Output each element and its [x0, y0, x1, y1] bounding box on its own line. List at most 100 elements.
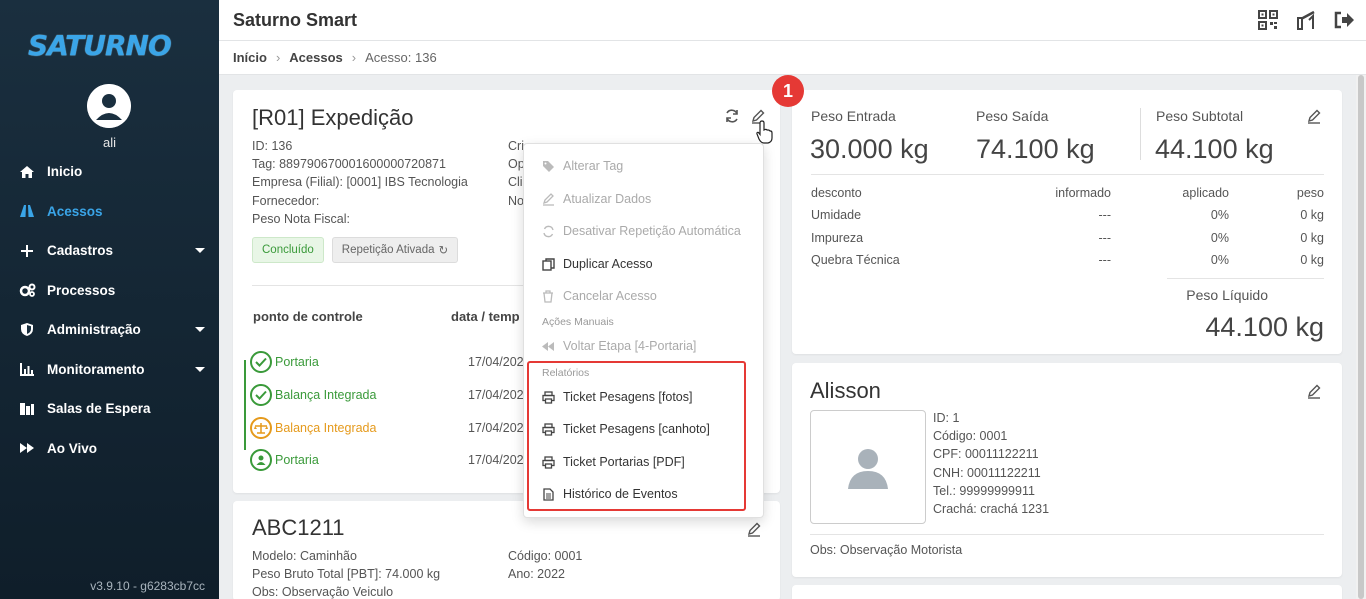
peso-liquido-value: 44.100 kg: [1205, 312, 1324, 342]
list-item[interactable]: Portaria 17/04/2025: [250, 444, 531, 477]
weights-card: Peso Entrada 30.000 kg Peso Saída 74.100…: [792, 90, 1342, 354]
menu-item-label: Atualizar Dados: [563, 192, 652, 206]
menu-item-duplicar-acesso[interactable]: Duplicar Acesso: [541, 254, 653, 274]
menu-item-label: Ticket Pesagens [fotos]: [563, 390, 693, 404]
menu-item-cancelar-acesso[interactable]: Cancelar Acesso: [541, 286, 657, 306]
sidebar-item-inicio[interactable]: Inicio: [0, 152, 219, 192]
menu-item-label: Ticket Portarias [PDF]: [563, 455, 685, 469]
breadcrumb-current: Acesso: 136: [365, 50, 437, 65]
road-icon: [18, 203, 36, 219]
page-title: Saturno Smart: [233, 10, 358, 30]
step-marker: 1: [772, 75, 804, 107]
sidebar-item-processos[interactable]: Processos: [0, 271, 219, 311]
qr-code-icon[interactable]: [1256, 8, 1280, 32]
driver-cnh: CNH: 00011122211: [933, 465, 1041, 480]
app-logo[interactable]: SATURNO: [28, 28, 192, 64]
menu-item-voltar-etapa[interactable]: Voltar Etapa [4-Portaria]: [541, 336, 696, 356]
list-item[interactable]: Balança Integrada 17/04/2025: [250, 379, 531, 412]
table-cell: 0%: [1210, 253, 1229, 268]
menu-item-alterar-tag[interactable]: Alterar Tag: [541, 156, 623, 176]
driver-obs: Obs: Observação Motorista: [810, 543, 963, 557]
access-supplier: Fornecedor:: [252, 193, 320, 208]
table-cell: 0 kg: [1300, 253, 1324, 268]
building-icon: [18, 401, 36, 417]
cogs-icon: [18, 282, 36, 298]
col-date-header: data / temp: [451, 309, 520, 324]
chevron-down-icon: [195, 366, 205, 372]
table-cell: ---: [1098, 208, 1112, 223]
plus-icon: [18, 243, 36, 259]
refresh-icon[interactable]: [724, 108, 740, 129]
menu-item-ticket-canhoto[interactable]: Ticket Pesagens [canhoto]: [541, 419, 710, 439]
menu-item-ticket-fotos[interactable]: Ticket Pesagens [fotos]: [541, 387, 692, 407]
file-icon: [541, 487, 555, 501]
sidebar-item-salas-de-espera[interactable]: Salas de Espera: [0, 389, 219, 429]
divider: [1140, 108, 1141, 160]
divider: [1167, 278, 1324, 279]
driver-phone: Tel.: 99999999911: [933, 483, 1035, 498]
vehicle-plate: ABC1211: [252, 515, 345, 540]
sidebar-item-label: Inicio: [47, 164, 83, 180]
table-cell: 0%: [1210, 230, 1229, 245]
sidebar-item-acessos[interactable]: Acessos: [0, 192, 219, 232]
sidebar-item-label: Monitoramento: [47, 361, 145, 377]
edit-icon: [541, 192, 555, 206]
peso-subtotal-label: Peso Subtotal: [1156, 108, 1244, 124]
col-control-header: ponto de controle: [253, 309, 363, 324]
menu-item-ticket-portarias[interactable]: Ticket Portarias [PDF]: [541, 452, 685, 472]
sidebar-item-ao-vivo[interactable]: Ao Vivo: [0, 429, 219, 469]
vehicle-code: Código: 0001: [508, 549, 583, 563]
menu-item-desativar-repeticao[interactable]: Desativar Repetição Automática: [541, 221, 741, 241]
user-icon: [848, 449, 888, 489]
step-label: Portaria: [275, 355, 319, 370]
table-header: desconto: [811, 186, 862, 201]
driver-photo[interactable]: [810, 410, 926, 524]
list-item[interactable]: Portaria 17/04/2025: [250, 346, 531, 379]
menu-item-atualizar-dados[interactable]: Atualizar Dados: [541, 189, 651, 209]
repeat-badge-label: Repetição Ativada: [341, 244, 435, 256]
list-item[interactable]: Balança Integrada 17/04/2025: [250, 411, 531, 444]
edit-icon[interactable]: [746, 521, 764, 539]
sidebar-item-monitoramento[interactable]: Monitoramento: [0, 350, 219, 390]
sidebar-item-cadastros[interactable]: Cadastros: [0, 231, 219, 271]
menu-item-label: Duplicar Acesso: [563, 257, 653, 271]
divider: [811, 174, 1324, 175]
vehicle-info: Modelo: Caminhão Peso Bruto Total [PBT]:…: [252, 547, 440, 599]
top-bar: Saturno Smart: [219, 0, 1366, 41]
menu-item-historico-eventos[interactable]: Histórico de Eventos: [541, 484, 678, 504]
edit-icon[interactable]: [1306, 383, 1324, 401]
rewind-icon: [541, 339, 555, 353]
table-header: informado: [1055, 186, 1111, 201]
peso-saida-value: 74.100 kg: [976, 134, 1095, 164]
menu-item-label: Alterar Tag: [563, 159, 624, 173]
logout-icon[interactable]: [1332, 8, 1356, 32]
edit-icon[interactable]: [1306, 108, 1324, 126]
fast-forward-icon: [18, 440, 36, 456]
gate-barrier-icon[interactable]: [1294, 8, 1318, 32]
step-date: 17/04/2025: [468, 388, 531, 403]
check-icon: [250, 351, 272, 374]
access-title: [R01] Expedição: [252, 105, 414, 130]
scrollbar-thumb[interactable]: [1358, 75, 1364, 599]
chevron-right-icon: ›: [351, 50, 357, 65]
peso-liquido-label: Peso Líquido: [1186, 287, 1268, 303]
check-icon: [250, 384, 272, 407]
sync-icon: ↻: [438, 245, 449, 257]
breadcrumb-section[interactable]: Acessos: [289, 50, 342, 65]
breadcrumb-home[interactable]: Início: [233, 50, 267, 65]
table-cell: 0 kg: [1300, 230, 1324, 245]
user-avatar[interactable]: [87, 84, 131, 128]
divider: [810, 534, 1324, 535]
sidebar-item-label: Salas de Espera: [47, 401, 151, 417]
access-tag: Tag: 889790670001600000720871: [252, 157, 446, 172]
sync-icon: [541, 224, 555, 238]
peso-entrada-label: Peso Entrada: [811, 108, 896, 124]
table-cell: ---: [1098, 253, 1112, 268]
home-icon: [18, 164, 36, 180]
sidebar-item-administracao[interactable]: Administração: [0, 310, 219, 350]
chart-icon: [18, 361, 36, 377]
menu-item-label: Ticket Pesagens [canhoto]: [563, 422, 710, 436]
access-invoice-weight: Peso Nota Fiscal:: [252, 211, 350, 226]
driver-code: Código: 0001: [933, 429, 1008, 444]
status-badge: Concluído: [252, 237, 324, 263]
